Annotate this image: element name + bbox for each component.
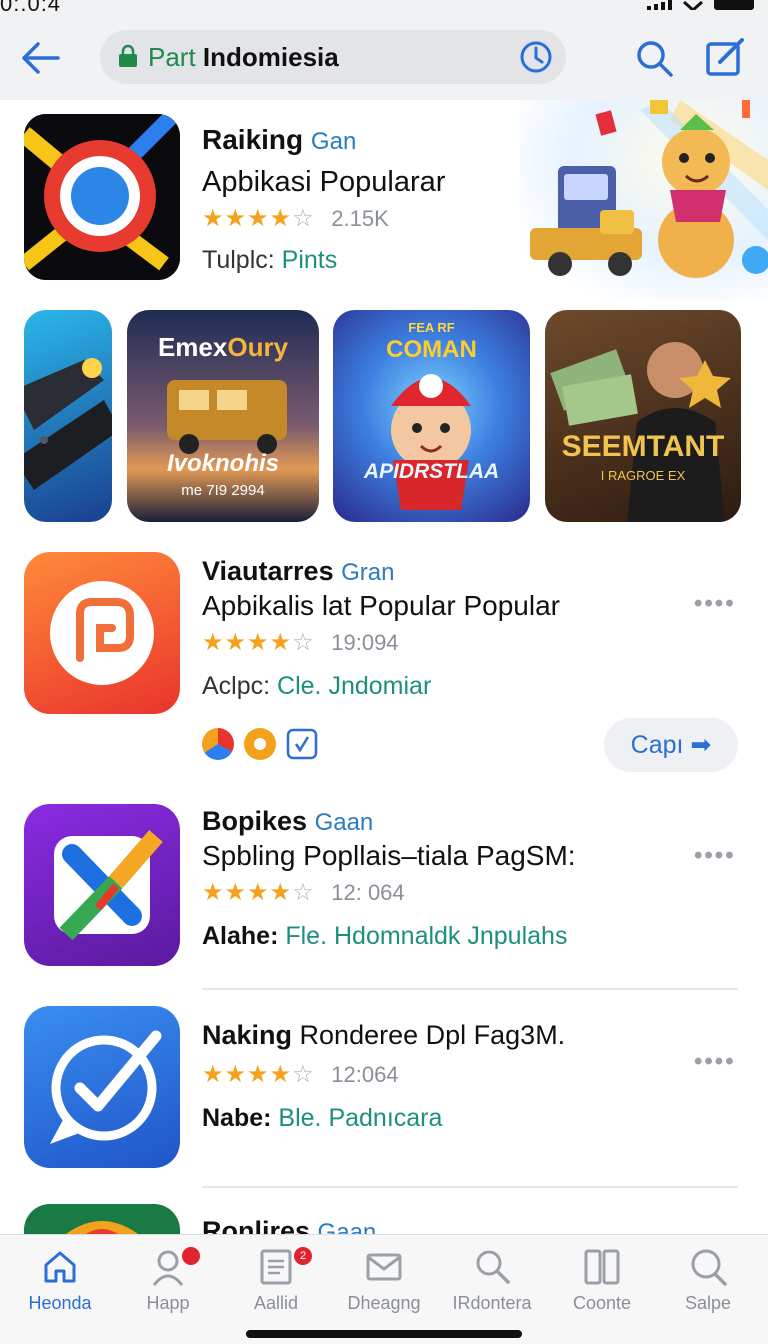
tab-salpe[interactable]: Salpe	[654, 1247, 762, 1327]
more-options-button[interactable]: ••••	[694, 1048, 736, 1076]
divider	[202, 988, 738, 990]
rating-count: 2.15K	[331, 206, 389, 231]
banner-2-caption: me 7I9 2994	[181, 482, 265, 499]
featured-app-tag: Gan	[310, 128, 357, 155]
app-rating: ★★★★☆ 12:064	[202, 1060, 399, 1089]
rating-count: 12: 064	[331, 880, 405, 905]
promo-banner-1[interactable]	[24, 310, 112, 522]
banner-3-title: COMAN	[386, 336, 477, 363]
featured-artwork	[520, 100, 768, 300]
app-name: Viautarres Gran	[202, 556, 395, 586]
app-tag: Gaan	[314, 809, 374, 836]
featured-app[interactable]: Raiking Gan Apbikasi Popularar ★★★★☆ 2.1…	[0, 100, 768, 300]
featured-app-subtitle: Apbikasi Popularar	[202, 166, 446, 198]
home-indicator	[246, 1330, 522, 1338]
wifi-icon	[683, 0, 703, 10]
banner-4-title: SEEMTANT	[561, 430, 725, 463]
banner-3-subtitle: APIDRSTLAA	[363, 460, 500, 483]
tab-dheagng[interactable]: Dheagng	[330, 1247, 438, 1327]
tab-label: Aallid	[253, 1293, 299, 1313]
status-bar: 0:.0:4	[0, 0, 768, 16]
app-rating: ★★★★☆ 19:094	[202, 628, 399, 657]
search-button[interactable]	[634, 38, 674, 78]
home-icon	[44, 1251, 76, 1283]
tab-home[interactable]: Heonda	[6, 1247, 114, 1327]
search-icon	[691, 1249, 727, 1286]
tab-aallid[interactable]: 2 Aallid	[222, 1247, 330, 1327]
back-button[interactable]	[18, 36, 62, 80]
app-name: Bopikes Gaan	[202, 806, 374, 836]
check-doc-icon[interactable]	[286, 728, 318, 760]
address-text: Part Indomiesia	[148, 42, 339, 73]
address-query: Indomiesia	[202, 42, 339, 72]
app-name: Ronlires Gaan	[202, 1216, 376, 1234]
notification-badge	[182, 1247, 200, 1265]
app-rating: ★★★★☆ 12: 064	[202, 878, 405, 907]
refresh-icon[interactable]	[518, 39, 554, 75]
rating-count: 12:064	[331, 1062, 399, 1087]
star-rating: ★★★★☆	[202, 879, 315, 906]
header-bar: Part Indomiesia	[0, 16, 768, 100]
featured-app-rating: ★★★★☆ 2.15K	[202, 204, 389, 233]
tab-coonte[interactable]: Coonte	[548, 1247, 656, 1327]
app-meta: Nabe: Ble. Padnıcara	[202, 1104, 443, 1132]
app-tag: Gaan	[317, 1219, 377, 1234]
banner-4-caption: I RAGROE EX	[600, 468, 686, 483]
app-subtitle: Ronderee Dpl Fag3M.	[299, 1020, 566, 1050]
columns-icon	[584, 1249, 620, 1285]
tab-bar: Heonda Happ 2 Aallid Dheagng IRdontera C…	[0, 1234, 768, 1344]
battery-icon	[714, 0, 754, 10]
star-rating: ★★★★☆	[202, 629, 315, 656]
status-time: 0:.0:4	[0, 0, 62, 16]
app-tag: Gran	[341, 559, 395, 586]
promo-banner-3[interactable]: FEA RF COMAN APIDRSTLAA	[333, 310, 530, 522]
featured-app-icon	[24, 114, 180, 280]
promo-banner-4[interactable]: SEEMTANT I RAGROE EX	[545, 310, 741, 522]
settings-icon[interactable]	[244, 728, 276, 760]
tab-label: Salpe	[684, 1293, 732, 1313]
promo-banner-2[interactable]: EmexOury Ivoknohis me 7I9 2994	[127, 310, 319, 522]
more-options-button[interactable]: ••••	[694, 842, 736, 870]
featured-app-name: Raiking Gan	[202, 124, 357, 155]
google-icon[interactable]	[202, 728, 234, 760]
tab-happ[interactable]: Happ	[114, 1247, 222, 1327]
tab-label: Dheagng	[347, 1293, 421, 1313]
compose-button[interactable]	[704, 36, 746, 78]
address-search-field[interactable]: Part Indomiesia	[100, 30, 566, 84]
document-icon	[260, 1249, 292, 1285]
notification-badge: 2	[294, 1247, 312, 1265]
signal-icon	[647, 0, 672, 10]
star-rating: ★★★★☆	[202, 205, 315, 232]
rating-count: 19:094	[331, 630, 399, 655]
banner-3-top: FEA RF	[408, 320, 455, 335]
banner-2-script: Ivoknohis	[166, 450, 280, 477]
divider	[202, 1186, 738, 1188]
tab-irdontera[interactable]: IRdontera	[438, 1247, 546, 1327]
app-name: Naking Ronderee Dpl Fag3M.	[202, 1020, 566, 1050]
star-rating: ★★★★☆	[202, 1061, 315, 1088]
tab-label: Happ	[146, 1293, 190, 1313]
app-icon	[24, 552, 180, 714]
featured-app-meta: Tulplc: Pints	[202, 246, 338, 274]
lock-icon	[119, 44, 137, 67]
more-options-button[interactable]: ••••	[694, 590, 736, 618]
app-subtitle: Spbling Popllais–tiala PagSM:	[202, 840, 576, 871]
tab-label: Coonte	[572, 1293, 632, 1313]
app-icon	[24, 804, 180, 966]
address-prefix: Part	[148, 42, 196, 72]
open-button[interactable]: Capı ➡	[604, 718, 738, 772]
app-icon	[24, 1006, 180, 1168]
search-icon	[476, 1250, 510, 1284]
status-icons	[647, 0, 754, 10]
banner-2-title: EmexOury	[157, 332, 289, 362]
app-subtitle: Apbikalis lat Popular Popular	[202, 590, 560, 621]
mail-icon	[366, 1253, 402, 1281]
app-meta: Aclpc: Cle. Jndomiar	[202, 672, 432, 700]
tab-label: IRdontera	[452, 1293, 532, 1313]
app-meta: Alahe: Fle. Hdomnaldk Jnpulahs	[202, 922, 568, 950]
tab-label: Heonda	[28, 1293, 92, 1313]
